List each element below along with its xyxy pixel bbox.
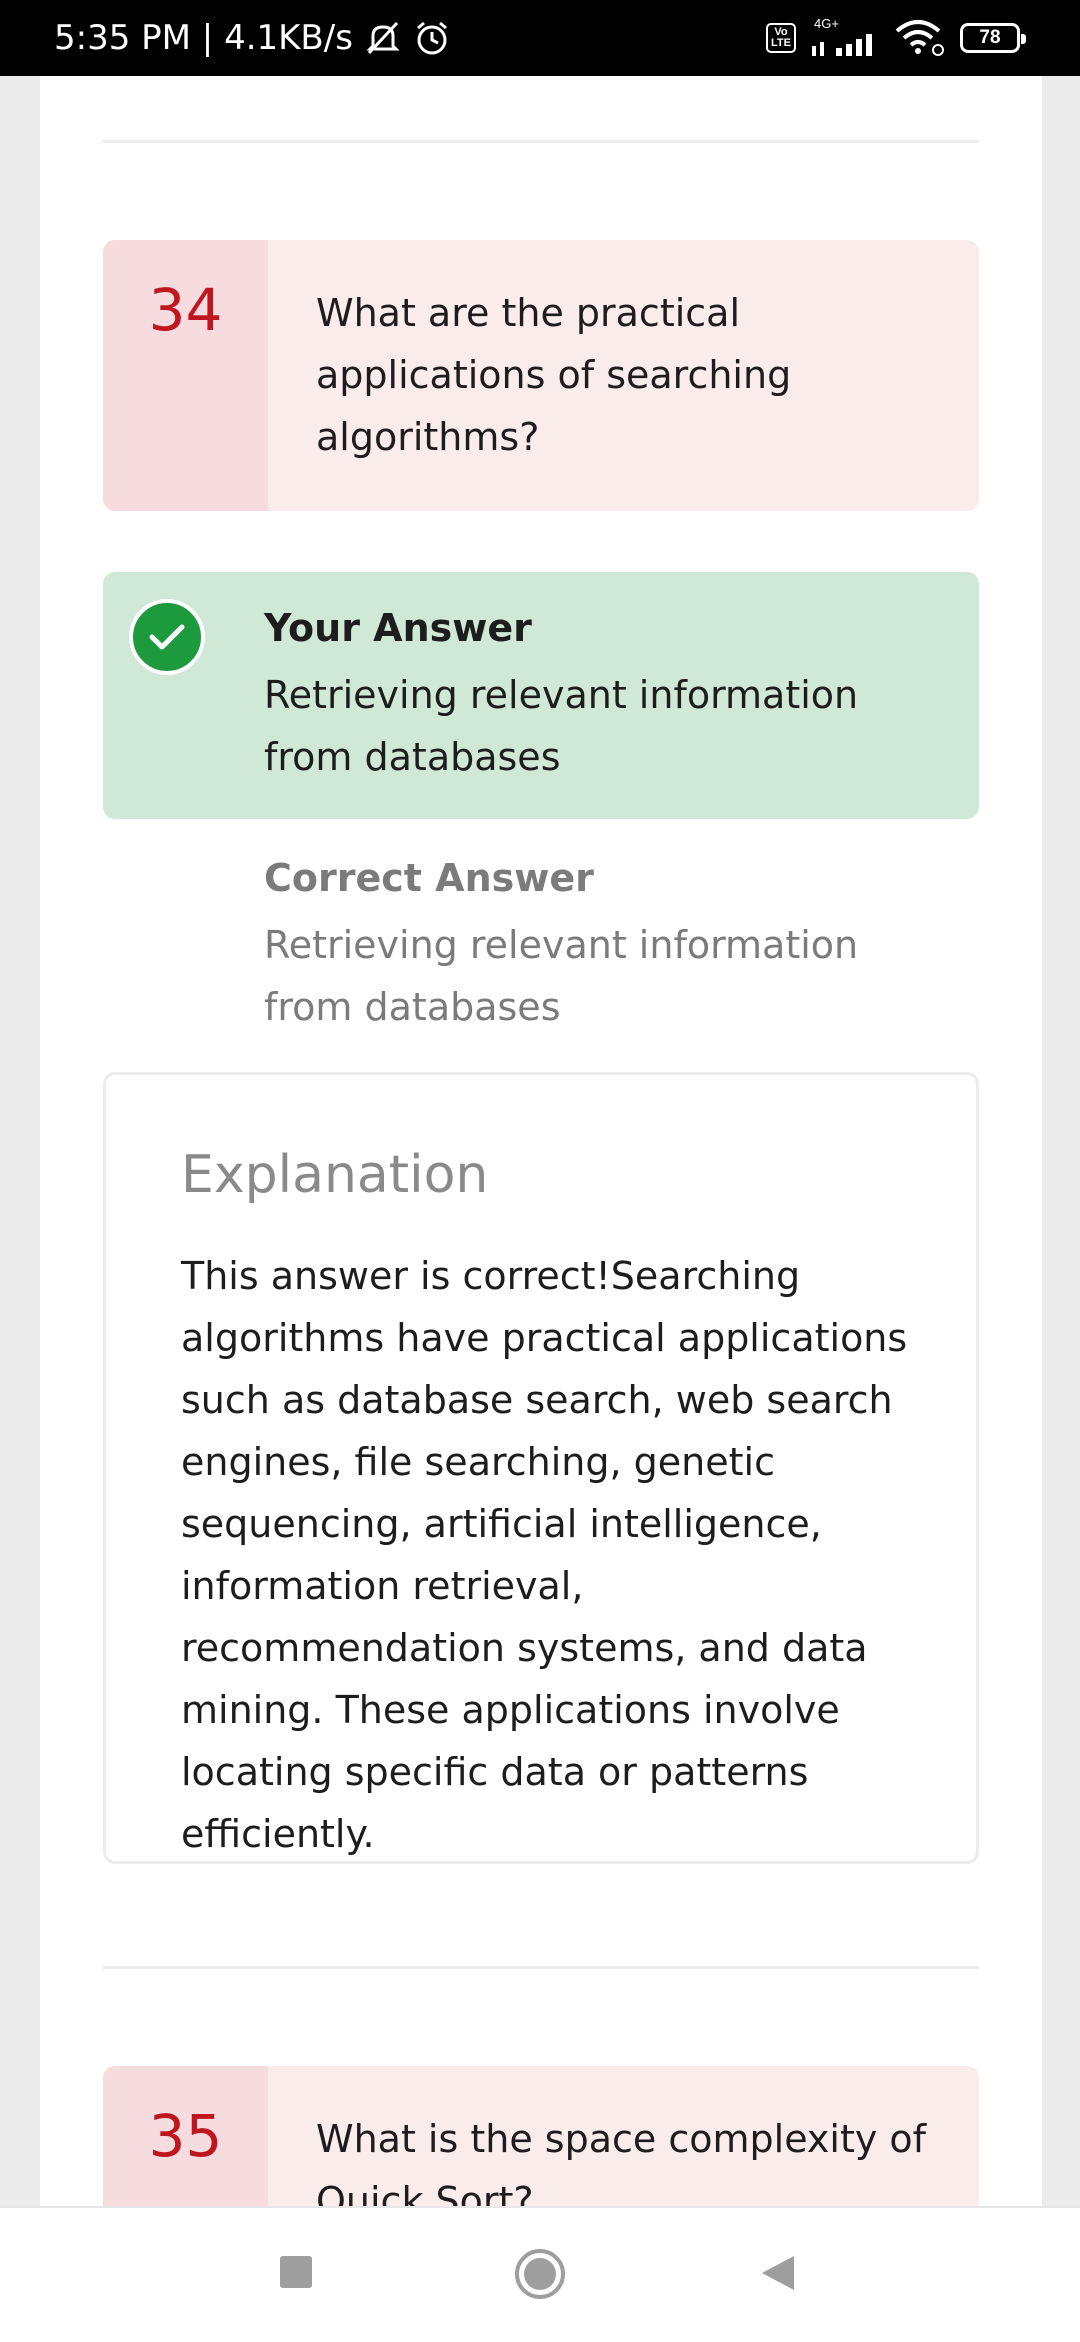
network-type-label: 4G+ [814,16,839,31]
your-answer-title: Your Answer [264,606,532,650]
time-and-speed: 5:35 PM | 4.1KB/s [54,18,353,58]
wifi-icon [895,20,944,56]
question-number: 34 [148,276,223,344]
middle-divider [103,1966,979,1969]
mute-icon [366,21,400,55]
question-number-box: 34 [103,240,268,511]
results-page[interactable]: 34 What are the practical applications o… [40,76,1042,2206]
alarm-icon [416,21,447,55]
home-circle-icon[interactable] [514,2248,566,2300]
question-text: What are the practical applications of s… [316,291,792,459]
question-card-35: 35 What is the space complexity of Quick… [103,2066,979,2206]
recents-square-icon[interactable] [278,2254,314,2290]
question-number: 35 [148,2102,223,2170]
back-triangle-icon[interactable] [760,2254,796,2292]
status-right: Vo LTE 4G+ 78 [766,0,1026,76]
your-answer-text: Retrieving relevant information from dat… [264,673,859,779]
correct-answer-text: Retrieving relevant information from dat… [264,923,859,1029]
status-left: 5:35 PM | 4.1KB/s [54,0,451,76]
explanation-title: Explanation [181,1145,489,1205]
top-divider [103,140,979,143]
correct-answer-title: Correct Answer [264,856,594,900]
question-text: What is the space complexity of Quick So… [316,2117,927,2206]
question-card-34: 34 What are the practical applications o… [103,240,979,511]
your-answer-box: Your Answer Retrieving relevant informat… [103,572,979,819]
battery-icon: 78 [960,23,1026,53]
navigation-bar [0,2206,1080,2342]
lte-icon: Vo LTE [766,23,796,53]
explanation-text: This answer is correct!Searching algorit… [181,1254,908,1856]
signal-icon: 4G+ [810,16,880,58]
battery-level: 78 [979,27,1001,48]
explanation-box: Explanation This answer is correct!Searc… [103,1072,979,1864]
status-bar: 5:35 PM | 4.1KB/s Vo LTE 4G+ 78 [0,0,1080,76]
check-circle-icon [129,599,205,675]
question-number-box: 35 [103,2066,268,2206]
